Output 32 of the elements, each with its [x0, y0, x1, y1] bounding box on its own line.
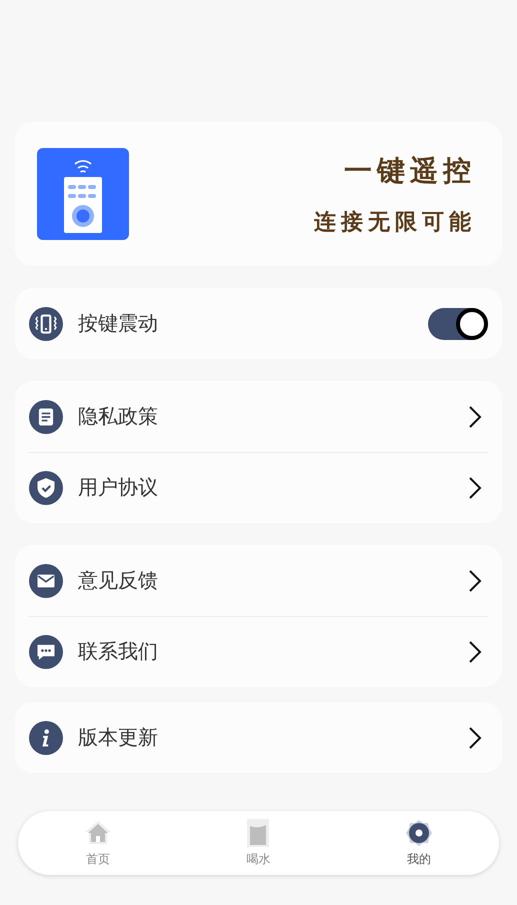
- row-icon: [29, 400, 63, 434]
- chevron-right-icon: [468, 568, 482, 592]
- settings-row[interactable]: 用户协议: [29, 452, 488, 523]
- nav-tab[interactable]: 喝水: [178, 818, 339, 868]
- row-label: 用户协议: [78, 476, 159, 501]
- row-icon: [29, 471, 63, 505]
- row-label: 联系我们: [78, 640, 159, 665]
- row-label: 版本更新: [78, 726, 159, 750]
- chevron-right-icon: [468, 640, 482, 664]
- gear-icon: [404, 818, 434, 848]
- nav-tab[interactable]: 首页: [18, 818, 178, 868]
- app-slogan: 连接无限可能: [314, 208, 476, 236]
- chevron-right-icon: [468, 404, 482, 428]
- app-title: 一键遥控: [344, 152, 476, 188]
- row-label: 隐私政策: [78, 404, 159, 430]
- chevron-right-icon: [468, 726, 482, 750]
- row-label: 按键震动: [78, 312, 159, 336]
- row-label: 意见反馈: [78, 568, 159, 594]
- row-icon: [29, 306, 63, 340]
- water-glass-icon: [246, 818, 270, 848]
- settings-row[interactable]: 版本更新: [29, 702, 488, 773]
- row-icon: [29, 720, 63, 754]
- settings-row[interactable]: 隐私政策: [29, 381, 488, 452]
- settings-row[interactable]: 意见反馈: [29, 545, 488, 616]
- row-icon: [29, 564, 63, 598]
- row-icon: [29, 635, 63, 669]
- nav-tab[interactable]: 我的: [338, 818, 499, 868]
- settings-row[interactable]: 按键震动: [29, 288, 488, 359]
- settings-row[interactable]: 联系我们: [29, 616, 488, 687]
- chevron-right-icon: [468, 476, 482, 500]
- toggle-switch[interactable]: [428, 308, 488, 340]
- remote-control-icon: [37, 148, 129, 240]
